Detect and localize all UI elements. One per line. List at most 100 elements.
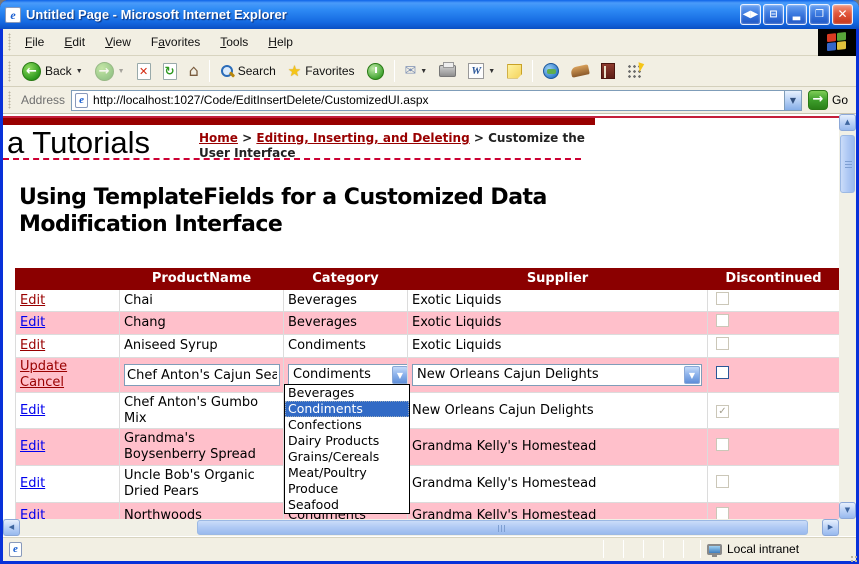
chevron-down-icon: ▼	[392, 366, 408, 384]
addon-tool-button[interactable]	[566, 64, 594, 78]
cancel-link[interactable]: Cancel	[20, 375, 64, 390]
vertical-scrollbar[interactable]: ▲ ▼	[839, 114, 856, 519]
horizontal-scrollbar[interactable]: ◀ ▶	[3, 519, 839, 536]
discontinued-checkbox[interactable]	[716, 366, 729, 379]
page-favicon: e	[75, 93, 88, 108]
resize-grip[interactable]	[851, 556, 853, 558]
home-icon: ⌂	[189, 63, 199, 79]
table-row: EditChaiBeveragesExotic Liquids	[16, 290, 840, 312]
mail-icon: ✉	[405, 64, 417, 78]
horizontal-scroll-thumb[interactable]	[197, 520, 808, 535]
scroll-right-icon[interactable]: ▶	[822, 519, 839, 536]
mail-dropdown-icon[interactable]: ▼	[420, 68, 427, 75]
category-select[interactable]: Condiments▼	[288, 364, 408, 386]
dropdown-option[interactable]: Confections	[285, 417, 409, 433]
address-grip[interactable]	[8, 91, 11, 109]
scroll-down-icon[interactable]: ▼	[839, 502, 856, 519]
back-dropdown-icon[interactable]: ▼	[76, 68, 83, 75]
globe-search-icon	[543, 63, 559, 79]
dropdown-option[interactable]: Dairy Products	[285, 433, 409, 449]
close-button[interactable]: ✕	[832, 4, 853, 25]
scroll-left-icon[interactable]: ◀	[3, 519, 20, 536]
menu-grip[interactable]	[8, 33, 11, 51]
favorites-button[interactable]: ★ Favorites	[283, 62, 360, 81]
menu-tools[interactable]: Tools	[210, 35, 258, 49]
history-button[interactable]	[362, 61, 389, 82]
category-cell: Beverages	[284, 290, 408, 312]
edit-dropdown-icon[interactable]: ▼	[488, 68, 495, 75]
edit-link[interactable]: Edit	[20, 403, 45, 418]
dropdown-option[interactable]: Beverages	[285, 385, 409, 401]
research-button[interactable]	[538, 61, 564, 81]
grid-header-cell: Supplier	[408, 269, 708, 290]
dropdown-option[interactable]: Seafood	[285, 497, 409, 513]
edit-link[interactable]: Edit	[20, 338, 45, 353]
grid-header-row: ProductNameCategorySupplierDiscontinued	[16, 269, 840, 290]
product-name-input[interactable]	[124, 364, 280, 386]
dropdown-option[interactable]: Produce	[285, 481, 409, 497]
category-dropdown-list: BeveragesCondimentsConfectionsDairy Prod…	[284, 384, 410, 514]
back-label: Back	[45, 64, 72, 78]
edit-link[interactable]: Edit	[20, 508, 45, 520]
address-label: Address	[21, 93, 65, 107]
discuss-button[interactable]	[502, 62, 527, 81]
security-zone: Local intranet	[707, 537, 799, 561]
messenger-button[interactable]	[622, 62, 647, 81]
status-divider	[623, 540, 624, 558]
supplier-cell: Exotic Liquids	[408, 335, 708, 358]
breadcrumb-home-link[interactable]: Home	[199, 131, 238, 145]
pan-view-button[interactable]: ◀▶	[740, 4, 761, 25]
edit-link[interactable]: Edit	[20, 315, 45, 330]
pop-out-button[interactable]: ⊟	[763, 4, 784, 25]
history-icon	[367, 63, 384, 80]
title-bar: e Untitled Page - Microsoft Internet Exp…	[0, 0, 859, 29]
discontinued-checkbox	[716, 438, 729, 451]
category-cell: Condiments	[284, 335, 408, 358]
ie-app-icon: e	[5, 7, 21, 23]
menu-view[interactable]: View	[95, 35, 141, 49]
dropdown-option[interactable]: Condiments	[285, 401, 409, 417]
zone-label: Local intranet	[727, 537, 799, 561]
print-button[interactable]	[434, 63, 461, 79]
edit-link[interactable]: Edit	[20, 293, 45, 308]
mail-button[interactable]: ✉ ▼	[400, 62, 433, 80]
vertical-scroll-thumb[interactable]	[840, 135, 855, 193]
menu-favorites[interactable]: Favorites	[141, 35, 210, 49]
product-name-cell: Chang	[120, 312, 284, 335]
menu-help[interactable]: Help	[258, 35, 303, 49]
edit-with-word-button[interactable]: W ▼	[463, 61, 500, 81]
maximize-button[interactable]: ❒	[809, 4, 830, 25]
breadcrumb-separator: >	[474, 131, 484, 145]
menu-edit[interactable]: Edit	[54, 35, 95, 49]
go-button[interactable]: → Go	[808, 90, 852, 110]
scroll-up-icon[interactable]: ▲	[839, 114, 856, 131]
stop-button[interactable]: ✕	[132, 61, 156, 82]
status-divider	[683, 540, 684, 558]
back-button[interactable]: ← Back ▼	[17, 60, 88, 83]
update-link[interactable]: Update	[20, 359, 67, 374]
dropdown-option[interactable]: Grains/Cereals	[285, 449, 409, 465]
dropdown-option[interactable]: Meat/Poultry	[285, 465, 409, 481]
refresh-button[interactable]: ↻	[158, 61, 182, 82]
forward-icon: →	[95, 62, 114, 81]
page-area: a Tutorials Home > Editing, Inserting, a…	[3, 114, 839, 519]
menu-bar: FileEditViewFavoritesToolsHelp	[3, 29, 856, 56]
supplier-select[interactable]: New Orleans Cajun Delights▼	[412, 364, 702, 386]
forward-dropdown-icon: ▼	[118, 68, 125, 75]
toolbar-grip[interactable]	[8, 61, 11, 82]
windows-logo-throbber	[818, 29, 856, 56]
breadcrumb-section-link[interactable]: Editing, Inserting, and Deleting	[256, 131, 469, 145]
edit-link[interactable]: Edit	[20, 439, 45, 454]
encyclopedia-button[interactable]	[596, 61, 620, 81]
table-row: EditChangBeveragesExotic Liquids	[16, 312, 840, 335]
menu-file[interactable]: File	[15, 35, 54, 49]
minimize-button[interactable]: ▬	[786, 4, 807, 25]
home-button[interactable]: ⌂	[184, 61, 204, 81]
address-dropdown-icon[interactable]: ▼	[784, 91, 801, 110]
supplier-cell: Exotic Liquids	[408, 290, 708, 312]
edit-link[interactable]: Edit	[20, 476, 45, 491]
supplier-cell: Grandma Kelly's Homestead	[408, 429, 708, 466]
forward-button[interactable]: → ▼	[90, 60, 130, 83]
search-button[interactable]: Search	[215, 62, 281, 80]
address-input[interactable]: e http://localhost:1027/Code/EditInsertD…	[71, 90, 802, 111]
